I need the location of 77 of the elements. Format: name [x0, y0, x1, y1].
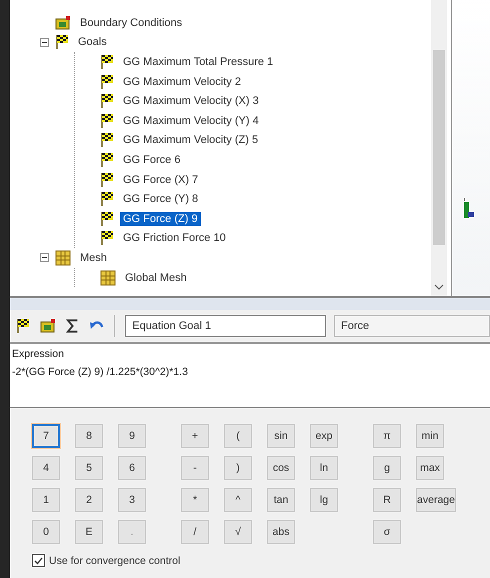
- keypad-key[interactable]: min: [416, 424, 444, 448]
- checkered-flag-icon: [100, 172, 114, 188]
- keypad-key[interactable]: cos: [267, 456, 295, 480]
- keypad-key[interactable]: 5: [75, 456, 103, 480]
- tree-item[interactable]: GG Maximum Velocity (Z) 5: [120, 133, 262, 148]
- checkered-flag-icon: [55, 34, 69, 50]
- checkered-flag-icon: [16, 318, 30, 334]
- collapse-toggle[interactable]: [40, 38, 49, 47]
- sigma-icon[interactable]: [66, 318, 80, 334]
- tree-item[interactable]: Global Mesh: [122, 270, 190, 285]
- expression-label: Expression: [12, 348, 65, 360]
- keypad-key[interactable]: √: [224, 520, 252, 544]
- unit-field[interactable]: Force: [334, 315, 490, 337]
- keypad-key[interactable]: 9: [118, 424, 146, 448]
- goal-name-field[interactable]: Equation Goal 1: [125, 315, 326, 337]
- checkered-flag-icon: [100, 93, 114, 110]
- checkered-flag-icon: [100, 191, 114, 208]
- checkbox-label: Use for convergence control: [49, 554, 180, 566]
- checkbox[interactable]: [32, 554, 45, 567]
- keypad-key[interactable]: 1: [32, 488, 60, 512]
- tree-item[interactable]: GG Force (Y) 8: [120, 192, 202, 206]
- checkered-flag-icon: [100, 74, 114, 90]
- keypad-key[interactable]: E: [75, 520, 103, 544]
- keypad-key[interactable]: (: [224, 424, 252, 448]
- boundary-block-icon: [55, 16, 71, 30]
- keypad-key[interactable]: ): [224, 456, 252, 480]
- scroll-down-icon[interactable]: [434, 284, 444, 290]
- keypad-key[interactable]: max: [416, 456, 444, 480]
- checkered-flag-icon: [100, 210, 114, 227]
- keypad-key[interactable]: +: [181, 424, 209, 448]
- tree-item[interactable]: GG Friction Force 10: [120, 231, 229, 246]
- keypad-key[interactable]: ln: [310, 456, 338, 480]
- keypad-key[interactable]: -: [181, 456, 209, 480]
- mesh-grid-icon: [100, 270, 116, 286]
- mesh-grid-icon: [55, 250, 71, 266]
- keypad-key[interactable]: 2: [75, 488, 103, 512]
- tree-item[interactable]: GG Force (X) 7: [120, 172, 202, 187]
- keypad-key[interactable]: sin: [267, 424, 295, 448]
- keypad-key[interactable]: π: [373, 424, 401, 448]
- splitter-bar[interactable]: [10, 296, 490, 310]
- keypad-key[interactable]: ^: [224, 488, 252, 512]
- expression-text: -2*(GG Force (Z) 9) /1.225*(30^2)*1.3: [12, 366, 189, 378]
- keypad-key[interactable]: 4: [32, 456, 60, 480]
- expression-area[interactable]: Expression -2*(GG Force (Z) 9) /1.225*(30^2)*1.3: [10, 344, 490, 408]
- keypad-key[interactable]: g: [373, 456, 401, 480]
- tree-item[interactable]: GG Maximum Velocity (X) 3: [120, 94, 262, 108]
- checkered-flag-icon: [100, 112, 114, 129]
- checkered-flag-icon: [100, 54, 114, 70]
- tree-item[interactable]: Goals: [75, 35, 110, 50]
- keypad-key[interactable]: 8: [75, 424, 103, 448]
- keypad-key[interactable]: *: [181, 488, 209, 512]
- tree-item[interactable]: GG Maximum Velocity (Y) 4: [120, 114, 262, 128]
- tree-item[interactable]: Boundary Conditions: [77, 16, 186, 30]
- collapse-toggle[interactable]: [40, 253, 49, 262]
- keypad-key[interactable]: /: [181, 520, 209, 544]
- keypad-key[interactable]: 0: [32, 520, 60, 544]
- keypad-key[interactable]: R: [373, 488, 401, 512]
- keypad-key[interactable]: lg: [310, 488, 338, 512]
- keypad-key[interactable]: 7: [32, 424, 60, 448]
- keypad-key[interactable]: average: [416, 488, 456, 512]
- vertical-scrollbar[interactable]: [431, 0, 447, 296]
- keypad-key[interactable]: 3: [118, 488, 146, 512]
- tree-item[interactable]: GG Force (Z) 9: [120, 212, 201, 226]
- model-drawing: [462, 198, 476, 220]
- keypad-key[interactable]: σ: [373, 520, 401, 544]
- boundary-block-icon: [40, 319, 56, 333]
- keypad-key[interactable]: tan: [267, 488, 295, 512]
- keypad-key[interactable]: 6: [118, 456, 146, 480]
- checkered-flag-icon: [100, 230, 114, 246]
- tree-item[interactable]: GG Maximum Total Pressure 1: [120, 54, 276, 69]
- checkered-flag-icon: [100, 132, 114, 148]
- keypad-key[interactable]: exp: [310, 424, 338, 448]
- checkered-flag-icon: [100, 152, 114, 168]
- tree-item[interactable]: GG Force 6: [120, 152, 184, 167]
- tree-item[interactable]: GG Maximum Velocity 2: [120, 74, 244, 89]
- tree-item[interactable]: Mesh: [77, 250, 110, 265]
- keypad-key[interactable]: abs: [267, 520, 295, 544]
